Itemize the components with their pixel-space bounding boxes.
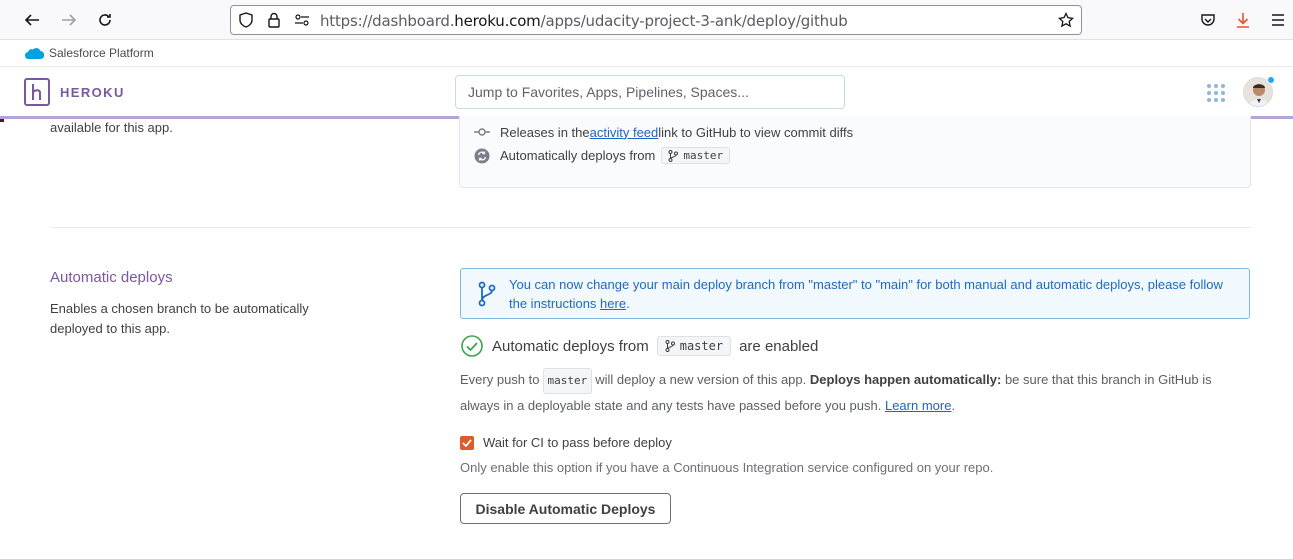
previous-section-description: available for this app. bbox=[50, 120, 173, 135]
wait-for-ci-checkbox[interactable] bbox=[460, 435, 474, 450]
search-input[interactable] bbox=[456, 76, 844, 108]
deploy-content: available for this app. Releases in the … bbox=[0, 116, 1293, 559]
notification-dot bbox=[1267, 76, 1275, 84]
sync-icon bbox=[474, 148, 490, 164]
github-connection-card: Releases in the activity feed link to Gi… bbox=[459, 116, 1251, 188]
salesforce-cloud-icon bbox=[24, 48, 45, 60]
apps-grid-icon[interactable] bbox=[1206, 83, 1226, 103]
auto-deploy-status: Automatic deploys from master are enable… bbox=[461, 335, 818, 357]
notice-here-link[interactable]: here bbox=[600, 296, 626, 311]
branch-icon bbox=[478, 281, 496, 307]
branch-icon bbox=[668, 149, 679, 162]
forward-arrow-icon[interactable] bbox=[57, 8, 81, 32]
search-field[interactable] bbox=[455, 75, 845, 109]
reload-icon[interactable] bbox=[93, 8, 117, 32]
shield-icon[interactable] bbox=[237, 11, 255, 29]
heroku-header: HEROKU bbox=[0, 67, 1293, 119]
branch-pill: master bbox=[661, 147, 731, 164]
heroku-logo-icon[interactable] bbox=[24, 78, 50, 106]
disable-automatic-deploys-button[interactable]: Disable Automatic Deploys bbox=[460, 493, 671, 524]
wait-for-ci-label[interactable]: Wait for CI to pass before deploy bbox=[483, 435, 672, 450]
activity-feed-link[interactable]: activity feed bbox=[590, 125, 659, 140]
section-description: Enables a chosen branch to be automatica… bbox=[50, 301, 309, 336]
heroku-wordmark[interactable]: HEROKU bbox=[60, 85, 125, 100]
star-icon[interactable] bbox=[1057, 11, 1075, 29]
salesforce-bar: Salesforce Platform bbox=[0, 40, 1293, 67]
url-bar[interactable]: https://dashboard.heroku.com/apps/udacit… bbox=[230, 5, 1082, 35]
auto-deploy-explanation: Every push to master will deploy a new ver… bbox=[460, 368, 1250, 418]
checkmark-icon bbox=[462, 438, 472, 447]
wait-for-ci-option[interactable]: Wait for CI to pass before deploy bbox=[460, 435, 672, 450]
lock-icon[interactable] bbox=[265, 11, 283, 29]
learn-more-link[interactable]: Learn more bbox=[885, 398, 951, 413]
explain-branch-pill: master bbox=[542, 368, 593, 394]
back-arrow-icon[interactable] bbox=[20, 8, 44, 32]
notice-text: You can now change your main deploy bran… bbox=[509, 277, 1223, 311]
pocket-icon[interactable] bbox=[1196, 8, 1220, 32]
url-text: https://dashboard.heroku.com/apps/udacit… bbox=[320, 12, 848, 30]
browser-toolbar: https://dashboard.heroku.com/apps/udacit… bbox=[0, 0, 1293, 40]
auto-deploy-row: Automatically deploys from master bbox=[474, 147, 731, 164]
menu-icon[interactable] bbox=[1266, 8, 1290, 32]
permissions-icon[interactable] bbox=[293, 11, 311, 29]
check-circle-icon bbox=[461, 335, 483, 357]
download-icon[interactable] bbox=[1231, 8, 1255, 32]
salesforce-label[interactable]: Salesforce Platform bbox=[49, 46, 154, 60]
branch-notice: You can now change your main deploy bran… bbox=[460, 268, 1250, 319]
section-divider bbox=[50, 227, 1251, 228]
branch-icon bbox=[665, 340, 675, 352]
status-branch-pill: master bbox=[656, 336, 732, 356]
section-title: Automatic deploys bbox=[50, 269, 173, 286]
commit-icon bbox=[474, 124, 490, 140]
ci-help-text: Only enable this option if you have a Co… bbox=[460, 460, 994, 475]
releases-row: Releases in the activity feed link to Gi… bbox=[474, 124, 853, 140]
